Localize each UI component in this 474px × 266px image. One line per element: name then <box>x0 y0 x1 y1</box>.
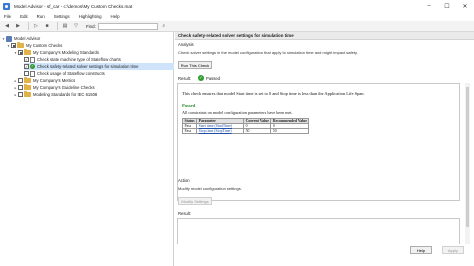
folder-icon <box>17 42 24 48</box>
tree-node-label: Check state machine type of Stateflow ch… <box>37 57 121 62</box>
report-intro: This check ensures that model Start time… <box>182 91 365 96</box>
help-button[interactable]: Help <box>410 246 432 254</box>
report-summary: All constraints on model configuration p… <box>182 110 293 115</box>
run-checks-icon[interactable]: ▷ <box>32 22 40 30</box>
recommended-value-cell: 50 <box>270 128 310 134</box>
folder-icon <box>24 91 31 97</box>
column-header: Recommended Value <box>270 118 310 124</box>
checkbox[interactable] <box>18 92 23 97</box>
analysis-heading: Analysis <box>178 42 194 47</box>
find-next-icon[interactable]: ⌕ <box>160 22 168 30</box>
tree-node-guideline-checks[interactable]: ▸ My Company's Guideline Checks <box>13 84 95 91</box>
tree-node-label: My Company's Modeling Standards <box>33 50 99 55</box>
result-label: Result: <box>178 75 192 81</box>
table-header-row: Status Parameter Current Value Recommend… <box>181 118 310 124</box>
tree-node-iec-61508[interactable]: ▸ Modeling Standards for IEC 61508 <box>13 91 97 98</box>
check-document-icon <box>30 70 35 77</box>
tree-node-label: My Company's Guideline Checks <box>33 85 95 90</box>
check-tree: ▾ Model Advisor ▾ My Custom Checks ▾ My … <box>0 32 174 266</box>
title-bar: Model Advisor - sf_car - c:\demos\My Cus… <box>0 0 474 12</box>
tree-node-label: Model Advisor <box>14 36 41 41</box>
parameter-table: Status Parameter Current Value Recommend… <box>181 118 310 134</box>
passed-icon: ✓ <box>30 64 35 69</box>
parameter-cell: Stop time (StopTime) <box>196 128 245 134</box>
check-title: Check safety-related solver settings for… <box>175 32 474 40</box>
checkbox[interactable] <box>11 43 16 48</box>
window-controls: – ☐ ✕ <box>420 0 474 12</box>
tree-node-metrics[interactable]: ▸ My Company's Metrics <box>13 77 75 84</box>
menu-help[interactable]: Help <box>111 14 120 19</box>
checkbox[interactable] <box>18 50 23 55</box>
tree-node-check-stateflow-usage[interactable]: Check usage of Stateflow constructs <box>24 70 105 77</box>
report-icon[interactable]: ▤ <box>61 22 69 30</box>
menu-settings[interactable]: Settings <box>54 14 70 19</box>
check-document-icon <box>30 56 35 63</box>
folder-icon <box>24 84 31 90</box>
tree-node-label: Modeling Standards for IEC 61508 <box>33 92 98 97</box>
tree-node-label: Check usage of Stateflow constructs <box>37 71 105 76</box>
stop-icon[interactable]: ■ <box>43 22 51 30</box>
model-advisor-root-icon <box>6 35 12 42</box>
run-this-check-button[interactable]: Run This Check <box>178 61 212 69</box>
checkbox[interactable] <box>18 78 23 83</box>
forward-icon[interactable]: ▶ <box>14 22 22 30</box>
maximize-button[interactable]: ☐ <box>438 0 456 12</box>
toolbar-separator <box>57 22 58 30</box>
parameter-link[interactable]: Start time (StartTime) <box>199 124 232 128</box>
action-result-label: Result: <box>178 211 192 216</box>
close-button[interactable]: ✕ <box>456 0 474 12</box>
menu-run[interactable]: Run <box>37 14 45 19</box>
parameter-link[interactable]: Stop time (StopTime) <box>199 129 232 133</box>
analysis-description: Check solver settings in the model confi… <box>178 50 358 55</box>
tree-node-modeling-standards[interactable]: ▾ My Company's Modeling Standards <box>13 49 99 56</box>
tree-node-label: Check safety-related solver settings for… <box>37 64 139 69</box>
checkbox[interactable] <box>24 71 29 76</box>
minimize-button[interactable]: – <box>420 0 438 12</box>
toolbar-separator <box>28 22 29 30</box>
filter-icon[interactable]: ▽ <box>72 22 80 30</box>
dialog-button-bar: Help Apply <box>175 244 474 266</box>
checkbox[interactable]: ✓ <box>24 57 29 62</box>
folder-icon <box>24 49 31 55</box>
back-icon[interactable]: ◀ <box>3 22 11 30</box>
check-details-pane: Check safety-related solver settings for… <box>175 32 474 266</box>
menu-file[interactable]: File <box>4 14 11 19</box>
tree-node-check-state-machine[interactable]: ✓ Check state machine type of Stateflow … <box>24 56 121 63</box>
column-header: Status <box>181 118 198 124</box>
tree-node-check-solver-settings[interactable]: ✓ ✓ Check safety-related solver settings… <box>24 63 174 70</box>
modify-settings-button[interactable]: Modify Settings <box>178 197 212 205</box>
folder-icon <box>24 77 31 83</box>
toolbar: ◀ ▶ ▷ ■ ▤ ▽ Find: ⌕ <box>0 21 474 32</box>
action-heading: Action <box>178 178 190 183</box>
checkbox[interactable]: ✓ <box>24 64 29 69</box>
model-advisor-icon <box>3 2 10 10</box>
apply-button[interactable]: Apply <box>442 246 464 254</box>
scrollbar-thumb[interactable] <box>466 87 469 227</box>
menu-highlighting[interactable]: Highlighting <box>79 14 102 19</box>
report-passed-heading: Passed <box>182 103 196 108</box>
current-value-cell: 50 <box>243 128 272 134</box>
tree-node-root[interactable]: ▾ Model Advisor <box>1 35 40 42</box>
status-cell: Pass <box>181 128 198 134</box>
window-title: Model Advisor - sf_car - c:\demos\My Cus… <box>14 3 133 9</box>
find-input[interactable] <box>97 22 158 30</box>
tree-node-custom-checks[interactable]: ▾ My Custom Checks <box>6 42 62 49</box>
table-row: Pass Stop time (StopTime) 50 50 <box>181 128 310 134</box>
menu-bar: File Edit Run Settings Highlighting Help <box>0 12 474 21</box>
result-status-row: Result: ✓ Passed <box>178 75 220 81</box>
column-header: Current Value <box>243 118 272 124</box>
result-status: Passed <box>206 75 221 81</box>
menu-edit[interactable]: Edit <box>20 14 28 19</box>
passed-icon: ✓ <box>198 75 205 81</box>
find-label: Find: <box>86 23 96 29</box>
tree-node-label: My Custom Checks <box>26 43 63 48</box>
result-report: This check ensures that model Start time… <box>177 83 460 201</box>
checkbox[interactable] <box>18 85 23 90</box>
action-result-box <box>177 218 460 245</box>
action-description: Modify model configuration settings. <box>178 186 242 191</box>
tree-node-label: My Company's Metrics <box>33 78 76 83</box>
